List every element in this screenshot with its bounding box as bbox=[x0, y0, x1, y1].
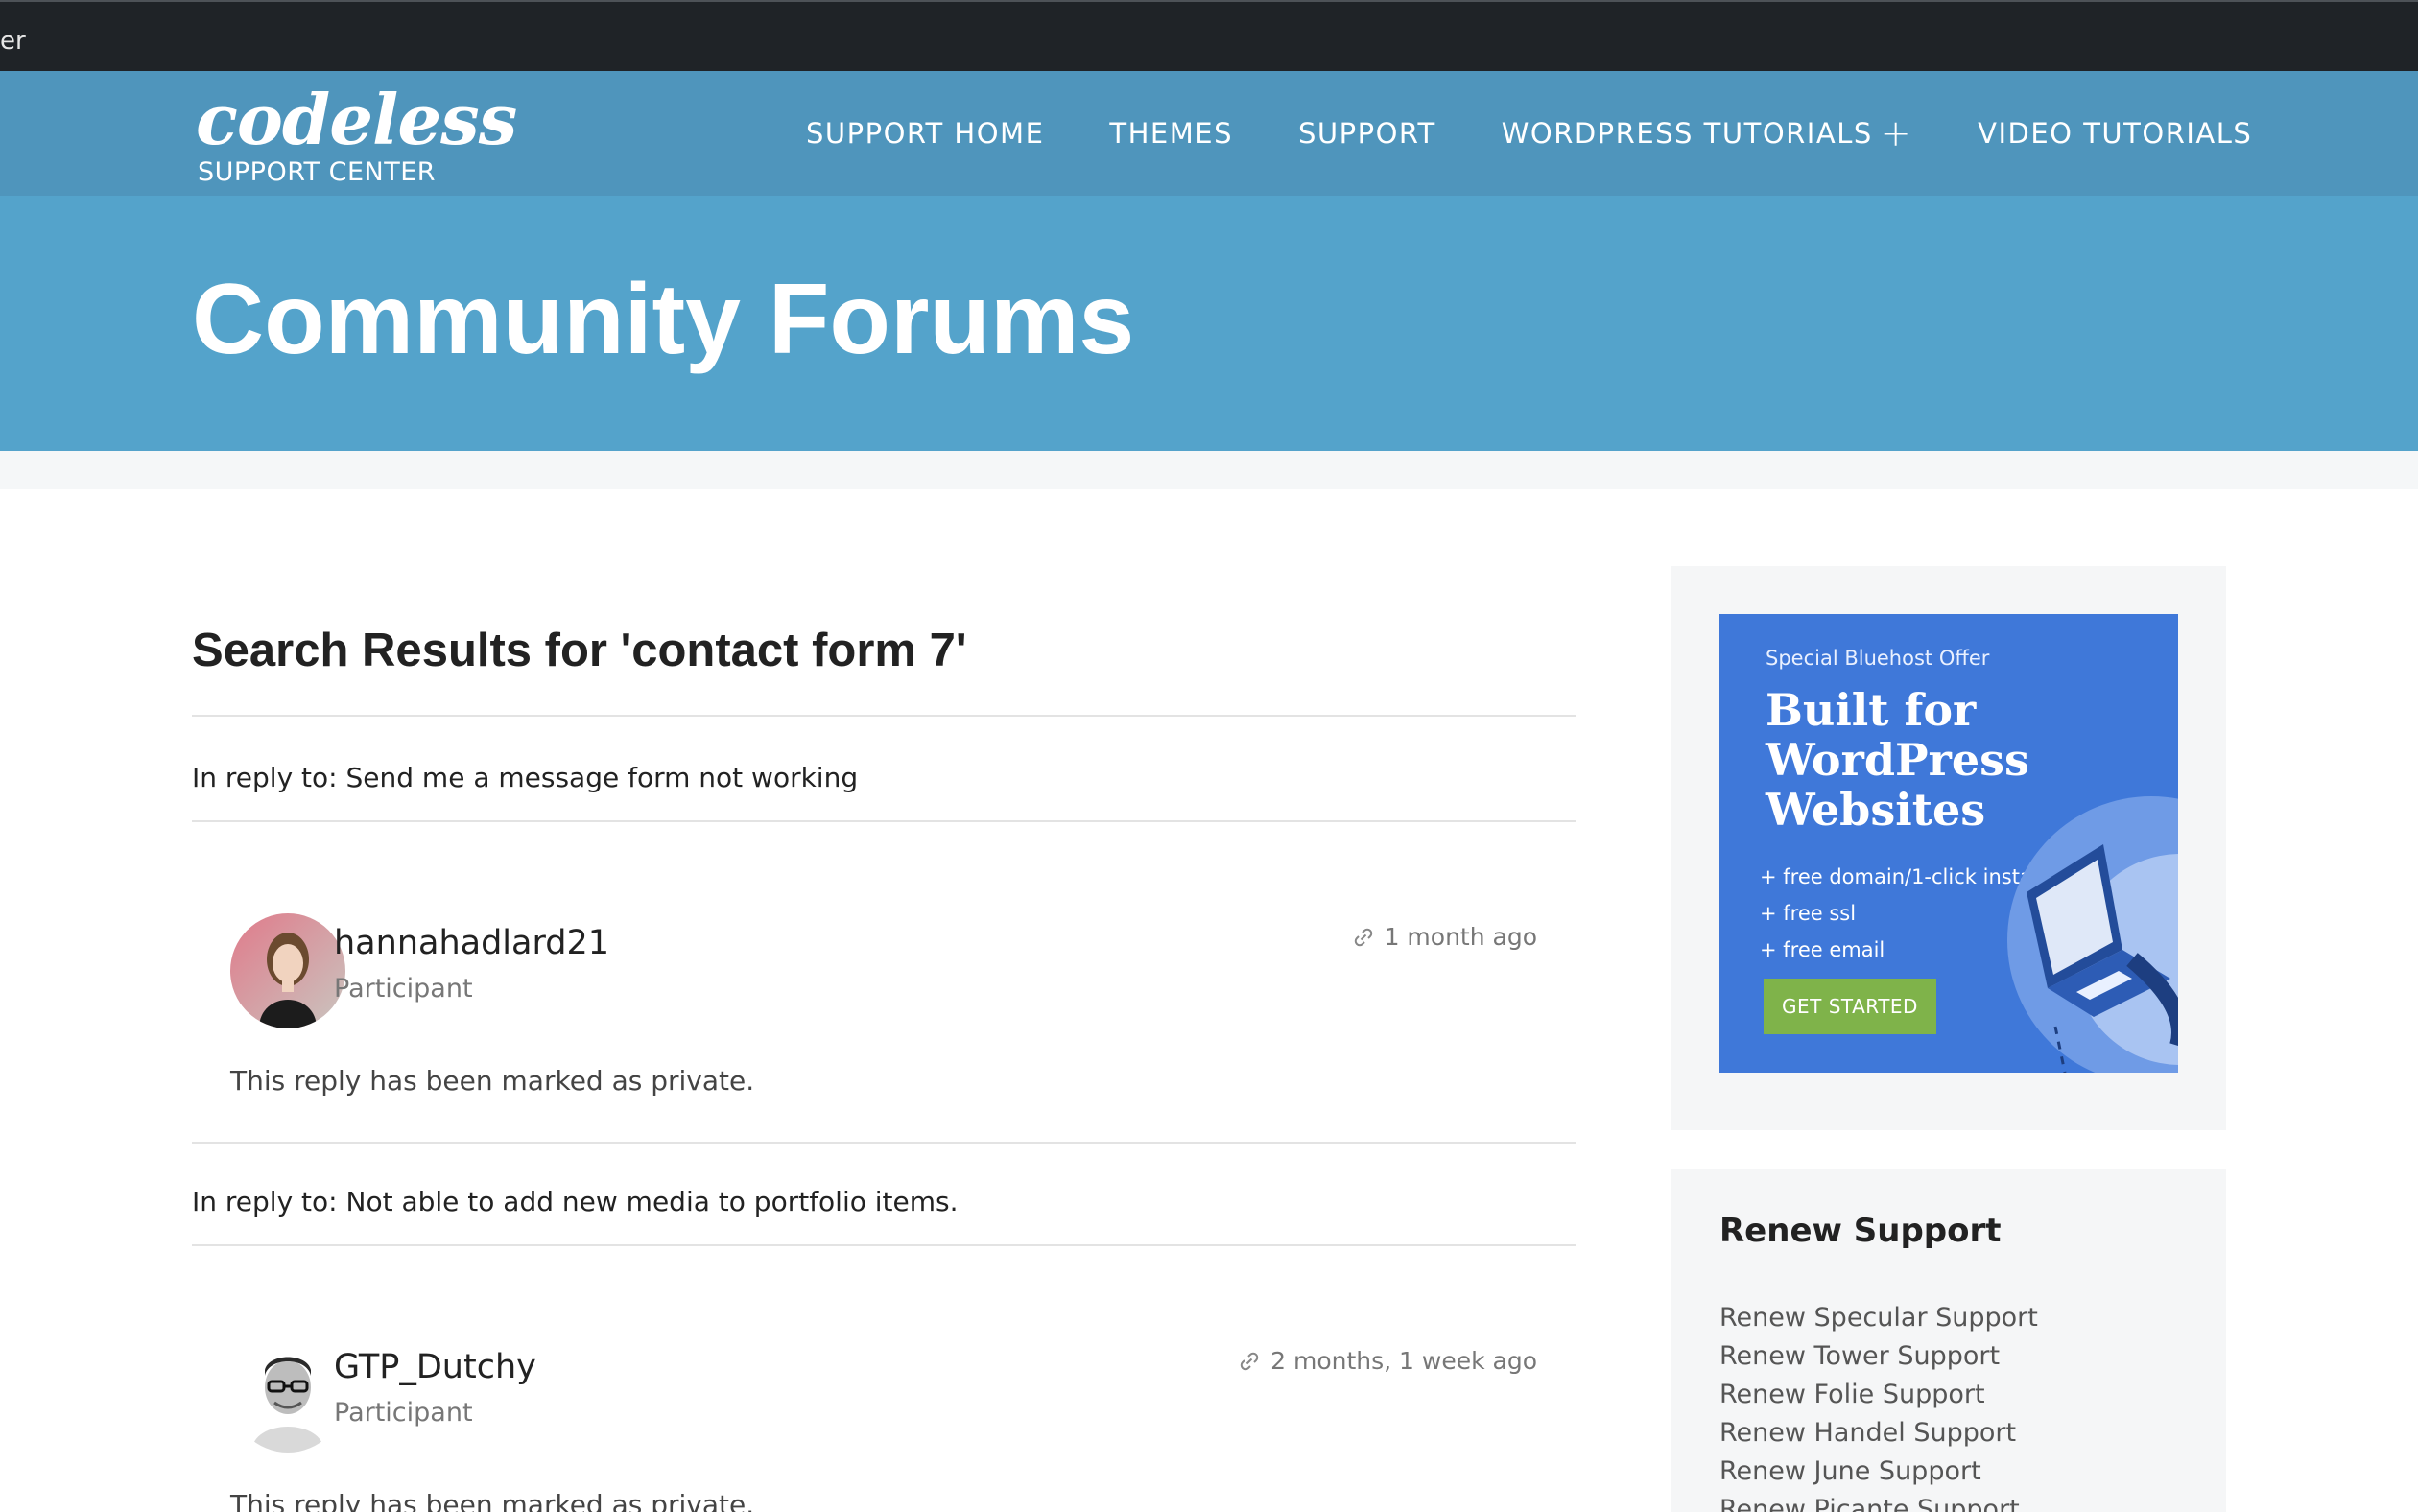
link-icon bbox=[1354, 928, 1372, 946]
nav-label: SUPPORT HOME bbox=[806, 117, 1045, 150]
renew-link-june[interactable]: Renew June Support bbox=[1719, 1453, 2038, 1491]
ad-feature: + free ssl bbox=[1760, 902, 1857, 925]
nav-label: VIDEO TUTORIALS bbox=[1978, 117, 2253, 150]
reply-permalink[interactable]: 1 month ago bbox=[1352, 923, 1537, 951]
reply-permalink[interactable]: 2 months, 1 week ago bbox=[1238, 1347, 1537, 1375]
divider bbox=[192, 820, 1576, 822]
search-results-title: Search Results for 'contact form 7' bbox=[192, 625, 967, 676]
renew-link-picante[interactable]: Renew Picante Support bbox=[1719, 1491, 2038, 1512]
reply-content: This reply has been marked as private. bbox=[230, 1065, 755, 1097]
reply-to-link[interactable]: In reply to: Send me a message form not … bbox=[192, 762, 858, 793]
renew-link-folie[interactable]: Renew Folie Support bbox=[1719, 1376, 2038, 1414]
nav-label: WORDPRESS TUTORIALS bbox=[1501, 117, 1873, 150]
nav-support-home[interactable]: SUPPORT HOME bbox=[806, 117, 1044, 150]
reply-to-link[interactable]: In reply to: Not able to add new media t… bbox=[192, 1186, 959, 1217]
hero-banner: Community Forums bbox=[0, 196, 2418, 451]
author-role: Participant bbox=[334, 1398, 473, 1428]
bluehost-ad-banner[interactable]: Special Bluehost Offer Built for WordPre… bbox=[1719, 614, 2178, 1073]
logo-subtitle: SUPPORT CENTER bbox=[198, 157, 437, 187]
site-header: codeless SUPPORT CENTER SUPPORT HOME THE… bbox=[0, 71, 2418, 196]
main-nav: SUPPORT HOME THEMES SUPPORT WORDPRESS TU… bbox=[806, 71, 2252, 196]
page-title: Community Forums bbox=[192, 264, 1135, 375]
nav-support[interactable]: SUPPORT bbox=[1298, 117, 1436, 150]
ad-widget: Special Bluehost Offer Built for WordPre… bbox=[1671, 566, 2226, 1130]
divider bbox=[192, 1244, 1576, 1246]
nav-wordpress-tutorials[interactable]: WORDPRESS TUTORIALS + bbox=[1502, 115, 1912, 152]
renew-support-widget: Renew Support Renew Specular Support Ren… bbox=[1671, 1169, 2226, 1512]
get-started-button[interactable]: GET STARTED bbox=[1764, 979, 1936, 1034]
renew-link-tower[interactable]: Renew Tower Support bbox=[1719, 1337, 2038, 1376]
renew-link-handel[interactable]: Renew Handel Support bbox=[1719, 1414, 2038, 1453]
reply-time: 1 month ago bbox=[1384, 923, 1537, 951]
divider bbox=[192, 715, 1576, 717]
link-icon bbox=[1240, 1352, 1259, 1370]
avatar[interactable] bbox=[230, 1337, 345, 1453]
divider bbox=[192, 1142, 1576, 1144]
hero-divider bbox=[0, 451, 2418, 489]
nav-themes[interactable]: THEMES bbox=[1109, 117, 1233, 150]
ad-kicker: Special Bluehost Offer bbox=[1766, 647, 1990, 670]
nav-video-tutorials[interactable]: VIDEO TUTORIALS bbox=[1978, 117, 2252, 150]
author-name[interactable]: GTP_Dutchy bbox=[334, 1348, 536, 1386]
renew-link-list: Renew Specular Support Renew Tower Suppo… bbox=[1719, 1299, 2038, 1512]
site-logo[interactable]: codeless SUPPORT CENTER bbox=[196, 79, 517, 188]
browser-tab-fragment: er bbox=[0, 27, 26, 56]
reply-content: This reply has been marked as private. bbox=[230, 1489, 755, 1512]
nav-label: THEMES bbox=[1109, 117, 1233, 150]
browser-chrome: er bbox=[0, 0, 2418, 71]
avatar-woman-icon bbox=[230, 913, 345, 1028]
avatar[interactable] bbox=[230, 913, 345, 1028]
laptop-illustration-icon bbox=[2007, 796, 2178, 1073]
plus-icon[interactable]: + bbox=[1881, 115, 1912, 152]
widget-title: Renew Support bbox=[1719, 1212, 2002, 1250]
renew-link-specular[interactable]: Renew Specular Support bbox=[1719, 1299, 2038, 1337]
logo-wordmark: codeless bbox=[196, 79, 517, 160]
avatar-man-glasses-icon bbox=[230, 1337, 345, 1453]
reply-time: 2 months, 1 week ago bbox=[1270, 1347, 1537, 1375]
ad-feature: + free email bbox=[1760, 938, 1885, 961]
search-results: Search Results for 'contact form 7' In r… bbox=[192, 489, 1576, 1512]
author-role: Participant bbox=[334, 974, 473, 1004]
author-name[interactable]: hannahadlard21 bbox=[334, 924, 609, 962]
nav-label: SUPPORT bbox=[1298, 117, 1436, 150]
